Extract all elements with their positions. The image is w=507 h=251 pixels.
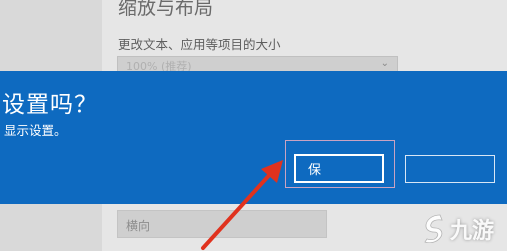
dialog-title: 设置吗？ — [2, 92, 98, 118]
dialog-description: 显示设置。 — [4, 123, 67, 138]
scale-label: 更改文本、应用等项目的大小 — [118, 37, 281, 52]
chevron-down-icon: ⌄ — [380, 58, 389, 69]
orientation-value: 横向 — [126, 219, 151, 233]
scale-dropdown[interactable]: 100% (推荐) ⌄ — [117, 56, 398, 73]
revert-button[interactable] — [405, 155, 495, 183]
section-title: 缩放与布局 — [118, 0, 214, 19]
keep-changes-button[interactable]: 保 — [294, 154, 384, 183]
annotation-arrow-icon — [201, 160, 283, 250]
